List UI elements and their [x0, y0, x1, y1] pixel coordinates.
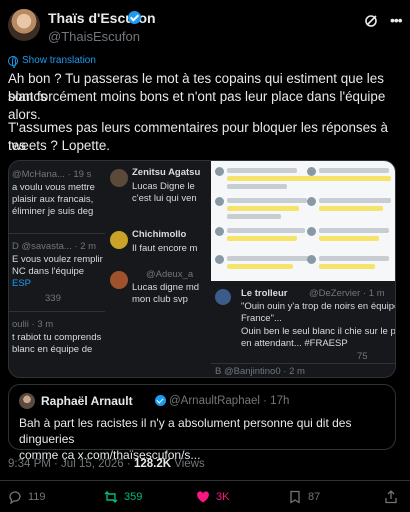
reply-avatar [110, 271, 128, 289]
verified-badge-icon [128, 11, 141, 24]
media-grid[interactable]: @McHana... · 19 s a voulu vous mettre pl… [8, 160, 396, 378]
share-button[interactable] [384, 490, 398, 504]
reply-avatar [215, 289, 231, 305]
reply-avatar [110, 231, 128, 249]
repost-button[interactable]: 359 [104, 490, 142, 504]
repost-icon [104, 491, 118, 503]
reply-text: Ouin ben le seul blanc il chie sur le pa… [241, 326, 396, 337]
reply-meta: B @Banjintino0 · 2 m [215, 366, 305, 377]
divider [9, 233, 105, 234]
reply-meta: @Adeux_a [146, 269, 194, 280]
reply-text: en attendant... #FRAESP [241, 338, 348, 349]
author-handle[interactable]: @ThaisEscufon [48, 29, 140, 44]
time-date: 9:34 PM · Jul 15, 2026 · [8, 458, 134, 470]
reply-text: Il faut encore m [132, 243, 198, 254]
reply-text: "Ouin ouin y'a trop de noirs en équipe d… [241, 301, 396, 312]
reply-meta: D @savasta... · 2 m [12, 241, 97, 252]
reply-text: NC dans l'équipe [12, 266, 85, 277]
reply-text: Lucas Digne le [132, 181, 195, 192]
reply-text: éliminer je suis deg [12, 206, 94, 217]
quoted-author-handle: @ArnaultRaphael · 17h [169, 395, 290, 407]
bookmark-button[interactable]: 87 [288, 490, 320, 504]
reply-meta: @DeZervier · 1 m [309, 288, 385, 299]
divider [9, 311, 105, 312]
quoted-tweet[interactable]: Raphaël Arnault @ArnaultRaphael · 17h Ba… [8, 384, 396, 462]
author-avatar[interactable] [8, 9, 40, 41]
reply-text: plaisir aux francais, [12, 194, 94, 205]
reply-text: E vous voulez remplir [12, 254, 103, 265]
reply-button[interactable]: 119 [8, 490, 46, 504]
reply-text: t rabiot tu comprends [12, 332, 102, 343]
reply-meta: oulii · 3 m [12, 319, 54, 330]
action-bar: 119 359 3K 87 [0, 490, 410, 510]
views-label: Views [171, 458, 205, 470]
bookmark-icon [290, 490, 300, 504]
reply-name: Zenitsu Agatsu [132, 167, 201, 178]
bookmark-count: 87 [308, 491, 321, 503]
view-count: 128.2K [133, 458, 172, 470]
quoted-tweet-text: Bah à part les racistes il n'y a absolum… [19, 415, 389, 463]
media-screenshot-middle[interactable]: Zenitsu Agatsu Lucas Digne le c'est lui … [106, 161, 210, 377]
like-count: 3K [216, 491, 230, 503]
media-screenshot-left[interactable]: @McHana... · 19 s a voulu vous mettre pl… [9, 161, 105, 377]
reply-meta: @McHana... · 19 s [12, 169, 92, 180]
reply-text: France"... [241, 313, 282, 324]
tweet-timestamp[interactable]: 9:34 PM · Jul 15, 2026 · 128.2K Views [8, 458, 205, 470]
media-screenshot-right[interactable]: Le trolleur @DeZervier · 1 m "Ouin ouin … [211, 161, 396, 377]
reply-text: blanc en équipe de [12, 344, 93, 355]
hashtag-text: ESP [12, 278, 32, 289]
reply-icon [9, 491, 21, 504]
reply-name: Le trolleur [241, 288, 288, 299]
reply-text: c'est lui qui ven [132, 193, 197, 204]
reply-name: Chichimollo [132, 229, 187, 240]
more-options-icon[interactable]: ••• [390, 12, 403, 28]
share-icon [385, 490, 397, 504]
repost-count: 359 [124, 491, 143, 503]
tweet-header: Thaïs d'Escufon @ThaisEscufon ••• [0, 0, 410, 50]
quoted-text-line: Bah à part les racistes il n'y a absolum… [19, 416, 352, 446]
globe-icon [8, 55, 18, 68]
reply-text: a voulu vous mettre [12, 182, 95, 193]
verified-badge-icon [155, 395, 166, 406]
quoted-author-name: Raphaël Arnault [41, 394, 133, 408]
show-translation-label: Show translation [22, 55, 96, 66]
tweet-text-line: tweets ? Lopette. [8, 138, 110, 153]
heart-icon [197, 491, 209, 503]
view-count: 339 [45, 293, 61, 304]
reply-text: Lucas digne md [132, 282, 200, 293]
view-count: 75 [357, 351, 368, 362]
like-button[interactable]: 3K [196, 490, 229, 504]
reply-avatar [110, 169, 128, 187]
divider [0, 480, 410, 481]
reply-text: mon club svp [132, 294, 188, 305]
divider [211, 363, 395, 364]
reply-count: 119 [28, 491, 46, 503]
show-translation-link[interactable]: Show translation [8, 55, 96, 68]
grok-icon[interactable] [364, 14, 378, 28]
quoted-author-avatar [19, 393, 35, 409]
light-screenshot [211, 161, 395, 281]
